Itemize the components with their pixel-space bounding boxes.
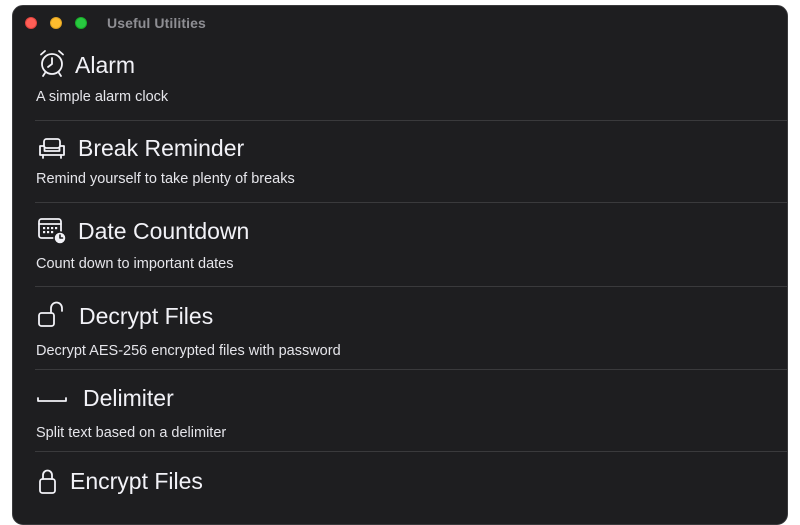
close-window-button[interactable] xyxy=(25,17,37,29)
list-item-title: Break Reminder xyxy=(78,135,245,161)
list-item-title: Encrypt Files xyxy=(70,468,203,494)
list-item-subtitle: Split text based on a delimiter xyxy=(36,425,227,441)
list-item-subtitle: Decrypt AES-256 encrypted files with pas… xyxy=(36,343,341,359)
list-item-date-countdown[interactable]: Date Countdown Count down to important d… xyxy=(13,203,787,287)
list-item-title: Delimiter xyxy=(83,385,174,411)
window-title: Useful Utilities xyxy=(107,15,206,31)
list-item-alarm[interactable]: Alarm A simple alarm clock xyxy=(13,40,787,121)
list-item-subtitle: A simple alarm clock xyxy=(36,89,169,105)
list-item-encrypt-files[interactable]: Encrypt Files xyxy=(13,452,787,524)
armchair-icon xyxy=(36,132,68,164)
title-bar[interactable]: Useful Utilities xyxy=(13,6,787,40)
lock-closed-icon xyxy=(36,466,68,498)
list-item-title: Date Countdown xyxy=(78,218,250,244)
space-bar-icon xyxy=(36,382,68,414)
list-item-title: Alarm xyxy=(75,52,136,78)
list-item-subtitle: Remind yourself to take plenty of breaks xyxy=(36,171,295,187)
list-item-decrypt-files[interactable]: Decrypt Files Decrypt AES-256 encrypted … xyxy=(13,287,787,370)
zoom-window-button[interactable] xyxy=(75,17,87,29)
lock-open-icon xyxy=(36,299,68,331)
list-item-delimiter[interactable]: Delimiter Split text based on a delimite… xyxy=(13,370,787,452)
calendar-clock-icon xyxy=(36,215,68,247)
list-item-subtitle: Count down to important dates xyxy=(36,256,234,272)
alarm-clock-icon xyxy=(36,47,68,79)
list-item-break-reminder[interactable]: Break Reminder Remind yourself to take p… xyxy=(13,121,787,203)
list-item-title: Decrypt Files xyxy=(79,303,214,329)
app-window: Useful Utilities Alarm A simple alarm cl… xyxy=(12,5,788,525)
minimize-window-button[interactable] xyxy=(50,17,62,29)
